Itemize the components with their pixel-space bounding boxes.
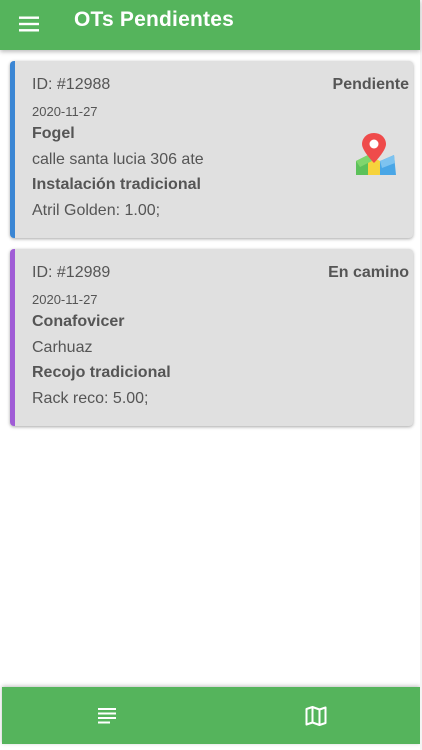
page-title: OTs Pendientes [74,8,234,31]
list-icon [97,707,116,723]
map-pin-icon[interactable] [352,131,400,179]
order-card-12988[interactable]: ID: #12988 Pendiente 2020-11-27 Fogel ca… [10,61,413,238]
order-client: Fogel [32,125,75,142]
order-address: Carhuaz [32,339,93,356]
order-id: ID: #12989 [32,264,111,281]
order-id: ID: #12988 [32,76,111,93]
order-address: calle santa lucia 306 ate [32,151,204,168]
order-items: Rack reco: 5.00; [32,390,149,407]
order-date: 2020-11-27 [32,292,98,307]
card-accent-bar [10,61,15,238]
screen: OTs Pendientes ID: #12988 Pendiente 2020… [0,0,422,750]
menu-button[interactable] [10,5,48,43]
app-bar: OTs Pendientes [0,0,420,50]
card-accent-bar [10,249,15,426]
order-date: 2020-11-27 [32,104,98,119]
order-card-12989[interactable]: ID: #12989 En camino 2020-11-27 Conafovi… [10,249,413,426]
bottom-navigation [2,687,420,744]
map-icon [305,705,326,726]
order-status: En camino [328,264,409,281]
nav-item-list[interactable] [2,687,211,744]
order-service: Recojo tradicional [32,364,171,381]
nav-item-map[interactable] [211,687,420,744]
order-client: Conafovicer [32,313,125,330]
order-items: Atril Golden: 1.00; [32,202,161,219]
menu-icon [19,16,39,32]
order-service: Instalación tradicional [32,176,201,193]
order-status: Pendiente [332,76,409,93]
